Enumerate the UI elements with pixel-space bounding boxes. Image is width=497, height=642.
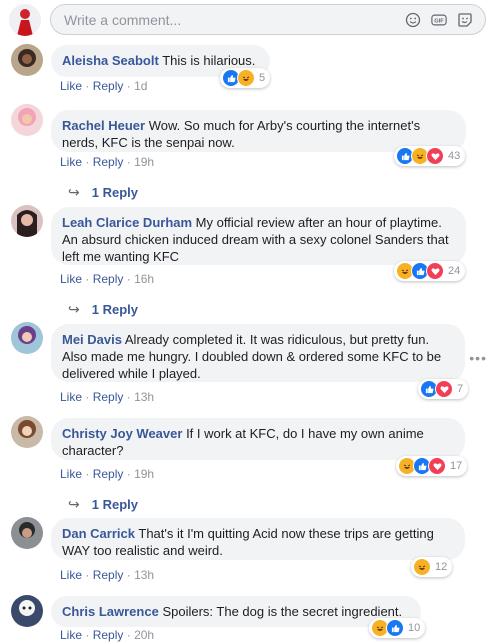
- commenter-name[interactable]: Leah Clarice Durham: [62, 215, 192, 230]
- gif-icon[interactable]: GIF: [431, 12, 447, 28]
- comment-actions: Like · Reply · 16h: [60, 272, 155, 286]
- comment-input[interactable]: [64, 11, 384, 29]
- like-link[interactable]: Like: [60, 272, 82, 286]
- reply-arrow-icon: ↪: [68, 301, 80, 317]
- comment-bubble: Mei Davis Already completed it. It was r…: [51, 324, 465, 382]
- reaction-count: 5: [259, 72, 266, 84]
- comment-input-box[interactable]: GIF: [50, 4, 486, 35]
- view-replies-link[interactable]: ↪ 1 Reply: [68, 301, 138, 318]
- like-link[interactable]: Like: [60, 568, 82, 582]
- reaction-count: 12: [435, 561, 448, 573]
- love-reaction-icon: [426, 147, 444, 165]
- commenter-name[interactable]: Christy Joy Weaver: [62, 426, 182, 441]
- timestamp[interactable]: 1d: [134, 79, 147, 93]
- like-reaction-icon: [386, 619, 404, 637]
- reaction-summary[interactable]: 10: [369, 618, 426, 638]
- like-link[interactable]: Like: [60, 79, 82, 93]
- comment-bubble: Dan Carrick That's it I'm quitting Acid …: [51, 518, 465, 560]
- view-replies-link[interactable]: ↪ 1 Reply: [68, 496, 138, 513]
- haha-reaction-icon: [237, 69, 255, 87]
- commenter-name[interactable]: Mei Davis: [62, 332, 122, 347]
- comment-bubble: Chris Lawrence Spoilers: The dog is the …: [51, 596, 421, 627]
- love-reaction-icon: [426, 262, 444, 280]
- reaction-summary[interactable]: 5: [220, 68, 271, 88]
- reaction-count: 7: [457, 383, 464, 395]
- reply-link[interactable]: Reply: [93, 155, 124, 169]
- reply-link[interactable]: Reply: [93, 390, 124, 404]
- reply-link[interactable]: Reply: [93, 467, 124, 481]
- avatar[interactable]: [11, 595, 43, 627]
- comment-actions: Like · Reply · 13h: [60, 390, 155, 404]
- timestamp[interactable]: 16h: [134, 272, 154, 286]
- comment-text: This is hilarious.: [162, 53, 256, 68]
- current-user-avatar[interactable]: [9, 4, 41, 36]
- avatar[interactable]: [11, 322, 43, 354]
- like-link[interactable]: Like: [60, 467, 82, 481]
- reaction-count: 24: [448, 265, 461, 277]
- reaction-summary[interactable]: 43: [394, 146, 466, 166]
- emoji-icon[interactable]: [405, 12, 421, 28]
- love-reaction-icon: [435, 380, 453, 398]
- reply-link[interactable]: Reply: [93, 568, 124, 582]
- avatar[interactable]: [11, 44, 43, 76]
- more-options-icon[interactable]: •••: [469, 350, 487, 366]
- comment-bubble: Leah Clarice Durham My official review a…: [51, 207, 466, 265]
- reaction-summary[interactable]: 17: [396, 456, 468, 476]
- like-link[interactable]: Like: [60, 390, 82, 404]
- avatar[interactable]: [11, 104, 43, 136]
- comment-actions: Like · Reply · 19h: [60, 155, 155, 169]
- replies-count[interactable]: 1 Reply: [92, 302, 138, 317]
- avatar[interactable]: [11, 205, 43, 237]
- comment-actions: Like · Reply · 1d: [60, 79, 148, 93]
- reaction-summary[interactable]: 7: [418, 379, 469, 399]
- commenter-name[interactable]: Dan Carrick: [62, 526, 135, 541]
- view-replies-link[interactable]: ↪ 1 Reply: [68, 184, 138, 201]
- commenter-name[interactable]: Aleisha Seabolt: [62, 53, 159, 68]
- comment-composer: GIF: [0, 0, 497, 40]
- reaction-summary[interactable]: 24: [394, 261, 466, 281]
- comment-text: Spoilers: The dog is the secret ingredie…: [162, 604, 403, 619]
- like-link[interactable]: Like: [60, 628, 82, 642]
- reaction-summary[interactable]: 12: [411, 557, 453, 577]
- svg-text:GIF: GIF: [434, 19, 444, 25]
- reply-arrow-icon: ↪: [68, 184, 80, 200]
- comment-actions: Like · Reply · 13h: [60, 568, 155, 582]
- timestamp[interactable]: 19h: [134, 467, 154, 481]
- comment-actions: Like · Reply · 19h: [60, 467, 155, 481]
- haha-reaction-icon: [413, 558, 431, 576]
- replies-count[interactable]: 1 Reply: [92, 497, 138, 512]
- reaction-count: 10: [408, 622, 421, 634]
- timestamp[interactable]: 13h: [134, 390, 154, 404]
- reply-link[interactable]: Reply: [93, 272, 124, 286]
- reply-link[interactable]: Reply: [93, 79, 124, 93]
- comment-actions: Like · Reply · 20h: [60, 628, 155, 642]
- like-link[interactable]: Like: [60, 155, 82, 169]
- reaction-count: 43: [448, 150, 461, 162]
- commenter-name[interactable]: Rachel Heuer: [62, 118, 145, 133]
- comment-bubble: Christy Joy Weaver If I work at KFC, do …: [51, 418, 465, 460]
- reply-link[interactable]: Reply: [93, 628, 124, 642]
- timestamp[interactable]: 13h: [134, 568, 154, 582]
- love-reaction-icon: [428, 457, 446, 475]
- replies-count[interactable]: 1 Reply: [92, 185, 138, 200]
- avatar[interactable]: [11, 517, 43, 549]
- reaction-count: 17: [450, 460, 463, 472]
- avatar[interactable]: [11, 416, 43, 448]
- commenter-name[interactable]: Chris Lawrence: [62, 604, 159, 619]
- sticker-icon[interactable]: [457, 12, 473, 28]
- reply-arrow-icon: ↪: [68, 496, 80, 512]
- timestamp[interactable]: 20h: [134, 628, 154, 642]
- timestamp[interactable]: 19h: [134, 155, 154, 169]
